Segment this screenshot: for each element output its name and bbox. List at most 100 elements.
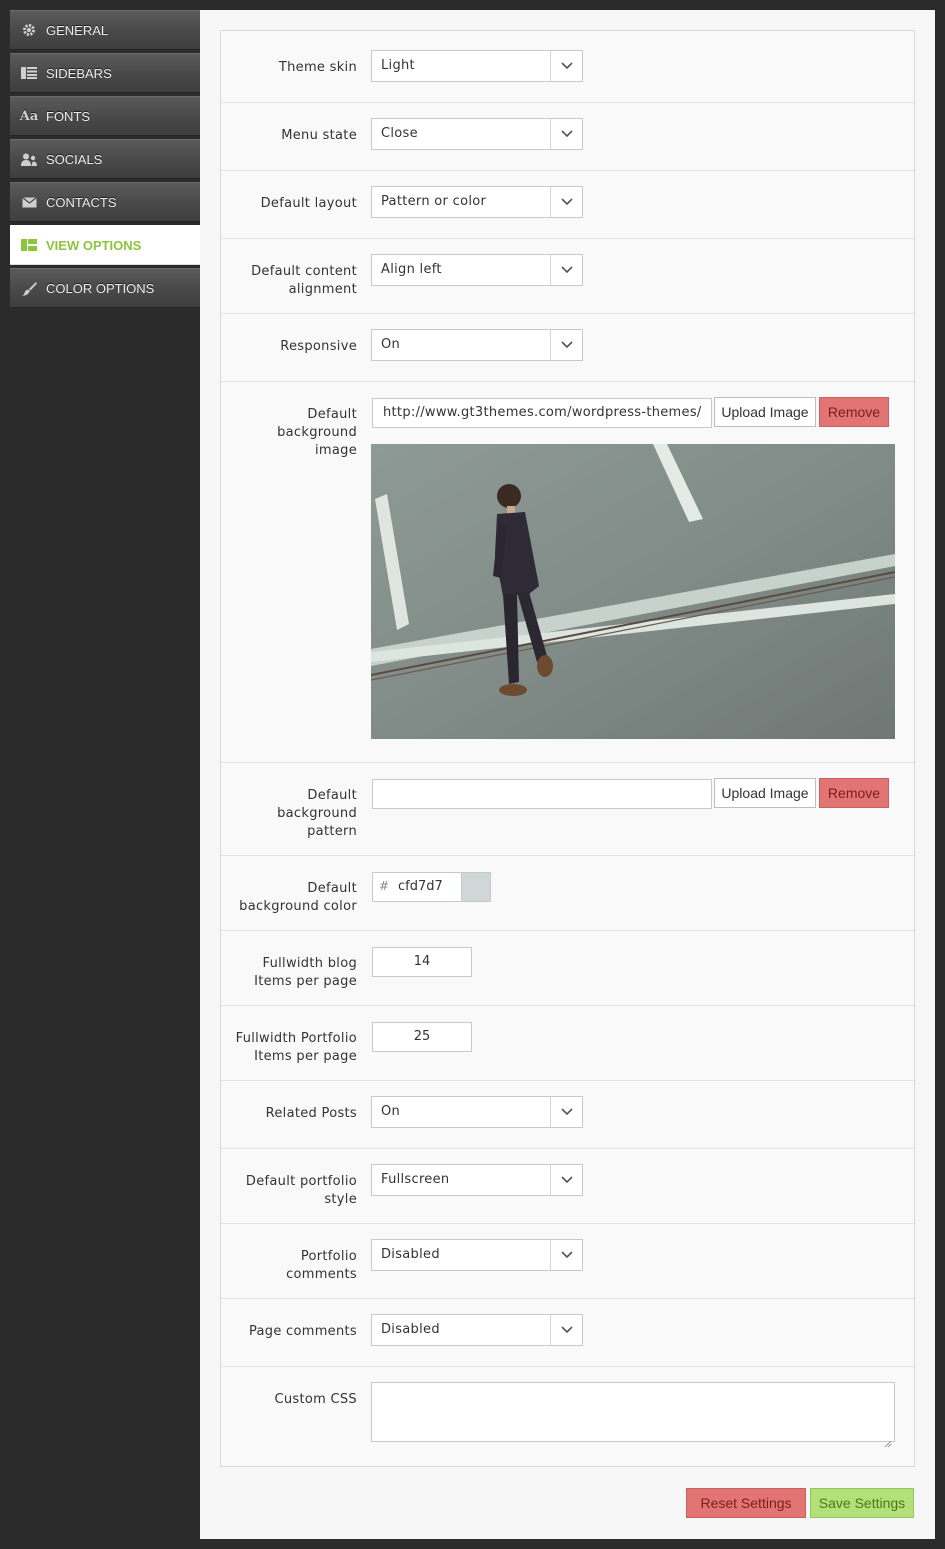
label-line: background	[277, 425, 357, 440]
sidebar-item-view-options[interactable]: VIEW OPTIONS	[10, 225, 200, 265]
chevron-down-icon	[550, 1315, 582, 1345]
portfolio-comments-select[interactable]: Disabled	[371, 1239, 583, 1271]
sidebar-item-label: SIDEBARS	[46, 65, 112, 81]
default-layout-select[interactable]: Pattern or color	[371, 186, 583, 218]
row-blog-items: Fullwidth blog Items per page 14	[221, 931, 914, 1006]
row-portfolio-items: Fullwidth Portfolio Items per page 25	[221, 1006, 914, 1081]
label-line: alignment	[288, 282, 357, 297]
sidebar-item-label: GENERAL	[46, 22, 109, 38]
chevron-down-icon	[550, 1240, 582, 1270]
label-line: Items per page	[254, 974, 357, 989]
brush-icon	[21, 280, 37, 296]
select-value: On	[381, 1104, 401, 1119]
bg-pattern-label: Default background pattern	[207, 787, 357, 841]
sidebar-item-label: FONTS	[46, 108, 91, 124]
hash-prefix: #	[379, 879, 390, 893]
chevron-down-icon	[550, 330, 582, 360]
row-page-comments: Page comments Disabled	[221, 1299, 914, 1367]
label-line: Fullwidth Portfolio	[235, 1031, 357, 1046]
main-panel: Theme skin Light Menu state Close Defaul…	[200, 10, 935, 1539]
reset-settings-button[interactable]: Reset Settings	[686, 1488, 806, 1518]
label-line: Default	[307, 407, 357, 422]
select-value: Light	[381, 58, 415, 73]
row-bg-pattern: Default background pattern Upload Image …	[221, 763, 914, 856]
select-value: Disabled	[381, 1247, 440, 1262]
select-value: On	[381, 337, 401, 352]
hex-value: cfd7d7	[398, 879, 443, 894]
bg-image-preview	[371, 444, 895, 739]
sidebar-icon	[21, 65, 37, 81]
chevron-down-icon	[550, 51, 582, 81]
bg-image-url-input[interactable]: http://www.gt3themes.com/wordpress-theme…	[372, 398, 712, 428]
label-line: Default	[307, 881, 357, 896]
portfolio-items-input[interactable]: 25	[372, 1022, 472, 1052]
select-value: Close	[381, 126, 418, 141]
page-comments-select[interactable]: Disabled	[371, 1314, 583, 1346]
custom-css-label: Custom CSS	[274, 1392, 357, 1407]
row-portfolio-style: Default portfolio style Fullscreen	[221, 1149, 914, 1224]
chevron-down-icon	[550, 119, 582, 149]
label-line: Fullwidth blog	[262, 956, 357, 971]
sidebar-item-label: SOCIALS	[46, 151, 103, 167]
select-value: Fullscreen	[381, 1172, 450, 1187]
row-custom-css: Custom CSS	[221, 1367, 914, 1467]
bg-color-picker[interactable]: # cfd7d7	[372, 872, 491, 902]
bg-image-remove-button[interactable]: Remove	[819, 397, 889, 427]
row-bg-color: Default background color # cfd7d7	[221, 856, 914, 931]
row-default-layout: Default layout Pattern or color	[221, 171, 914, 239]
bg-pattern-url-input[interactable]	[372, 779, 712, 809]
color-swatch[interactable]	[461, 872, 491, 902]
chevron-down-icon	[550, 255, 582, 285]
users-icon	[21, 151, 37, 167]
sidebar-item-general[interactable]: GENERAL	[10, 10, 200, 50]
theme-skin-select[interactable]: Light	[371, 50, 583, 82]
row-related-posts: Related Posts On	[221, 1081, 914, 1149]
bg-pattern-upload-button[interactable]: Upload Image	[714, 778, 816, 808]
label-line: pattern	[307, 824, 357, 839]
label-line: Portfolio	[300, 1249, 357, 1264]
portfolio-comments-label: Portfolio comments	[207, 1248, 357, 1284]
label-line: image	[315, 443, 357, 458]
bg-pattern-remove-button[interactable]: Remove	[819, 778, 889, 808]
label-line: style	[324, 1192, 357, 1207]
responsive-select[interactable]: On	[371, 329, 583, 361]
save-settings-button[interactable]: Save Settings	[810, 1488, 914, 1518]
select-value: Align left	[381, 262, 442, 277]
row-responsive: Responsive On	[221, 314, 914, 382]
label-line: Default portfolio	[245, 1174, 357, 1189]
resize-grip-icon[interactable]	[884, 1433, 892, 1452]
label-line: background color	[239, 899, 357, 914]
select-value: Pattern or color	[381, 194, 487, 209]
sidebar-item-socials[interactable]: SOCIALS	[10, 139, 200, 179]
portfolio-style-select[interactable]: Fullscreen	[371, 1164, 583, 1196]
bg-color-label: Default background color	[207, 880, 357, 916]
bg-image-upload-button[interactable]: Upload Image	[714, 397, 816, 427]
row-portfolio-comments: Portfolio comments Disabled	[221, 1224, 914, 1299]
page-comments-label: Page comments	[248, 1324, 357, 1339]
content-alignment-select[interactable]: Align left	[371, 254, 583, 286]
label-line: Default content	[251, 264, 357, 279]
related-posts-label: Related Posts	[265, 1106, 357, 1121]
label-line: Default	[307, 788, 357, 803]
blog-items-input[interactable]: 14	[372, 947, 472, 977]
menu-state-select[interactable]: Close	[371, 118, 583, 150]
envelope-icon	[21, 194, 37, 210]
portfolio-style-label: Default portfolio style	[207, 1173, 357, 1209]
sidebar-item-contacts[interactable]: CONTACTS	[10, 182, 200, 222]
sidebar-item-sidebars[interactable]: SIDEBARS	[10, 53, 200, 93]
font-icon: Aa	[19, 108, 39, 124]
row-bg-image: Default background image http://www.gt3t…	[221, 382, 914, 763]
chevron-down-icon	[550, 187, 582, 217]
view-options-form: Theme skin Light Menu state Close Defaul…	[220, 30, 915, 1467]
theme-skin-label: Theme skin	[278, 60, 357, 75]
related-posts-select[interactable]: On	[371, 1096, 583, 1128]
label-line: Items per page	[254, 1049, 357, 1064]
bg-color-input[interactable]: # cfd7d7	[372, 872, 462, 902]
sidebar-item-label: CONTACTS	[46, 194, 117, 210]
chevron-down-icon	[550, 1165, 582, 1195]
sidebar-item-fonts[interactable]: Aa FONTS	[10, 96, 200, 136]
custom-css-textarea[interactable]	[371, 1382, 895, 1442]
sidebar-item-color-options[interactable]: COLOR OPTIONS	[10, 268, 200, 308]
gear-icon	[21, 22, 37, 38]
default-layout-label: Default layout	[260, 196, 357, 211]
